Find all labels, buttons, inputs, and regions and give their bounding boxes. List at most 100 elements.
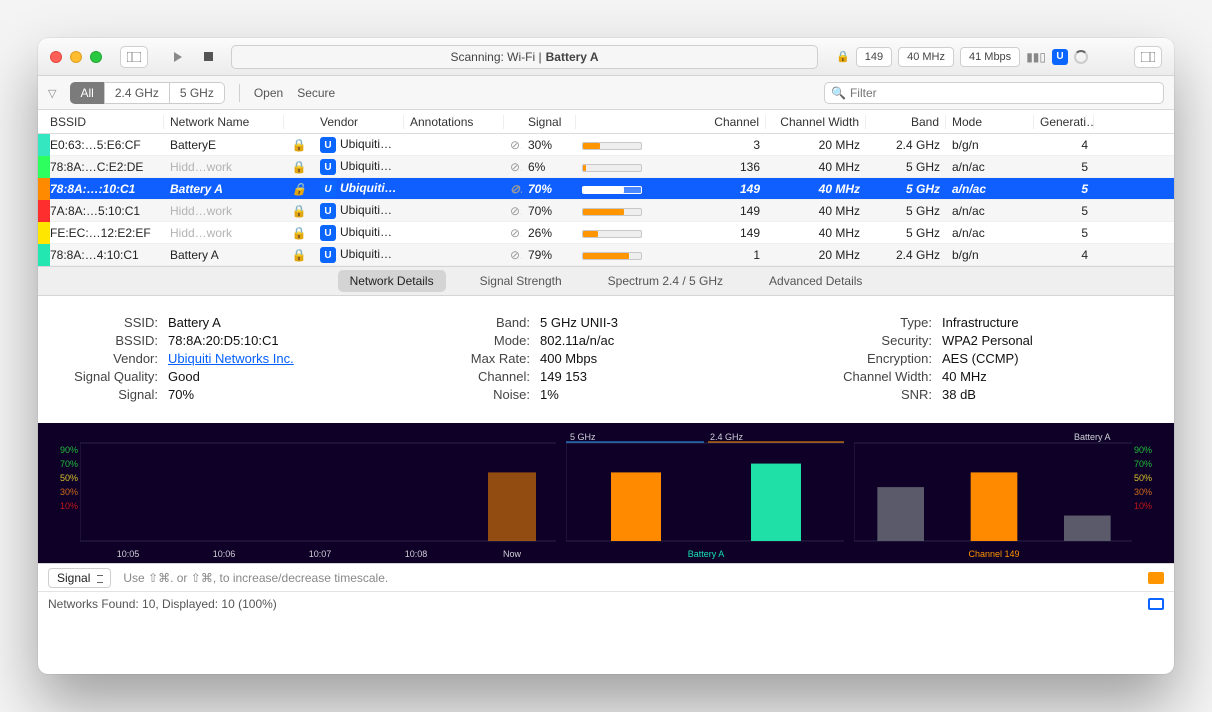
cell-width: 20 MHz xyxy=(766,248,866,262)
cell-width: 40 MHz xyxy=(766,182,866,196)
cell-signal-bar xyxy=(576,204,666,218)
vendor-badge-icon: U xyxy=(320,159,336,175)
filter-open[interactable]: Open xyxy=(254,86,283,100)
col-name: Network Name xyxy=(164,115,284,129)
cell-signal-bar xyxy=(576,248,666,262)
tab-network-details[interactable]: Network Details xyxy=(338,270,446,292)
cell-gen: 5 xyxy=(1034,226,1094,240)
cell-name: BatteryE xyxy=(164,138,284,152)
cell-channel: 136 xyxy=(666,160,766,174)
display-icon[interactable] xyxy=(1148,598,1164,610)
y-axis-left: 90%70% 50%30% 10% xyxy=(44,443,78,513)
cell-channel: 149 xyxy=(666,204,766,218)
cell-band: 5 GHz xyxy=(866,182,946,196)
funnel-icon[interactable] xyxy=(48,86,56,100)
cell-vendor: UUbiquiti… xyxy=(314,159,404,175)
cell-band: 5 GHz xyxy=(866,160,946,174)
lock-icon: 🔒 xyxy=(284,204,314,218)
lock-icon: 🔒 xyxy=(284,160,314,174)
tab-signal-strength[interactable]: Signal Strength xyxy=(468,270,574,292)
cell-signal: 79% xyxy=(522,248,576,262)
filter-secure[interactable]: Secure xyxy=(297,86,335,100)
cell-band: 2.4 GHz xyxy=(866,138,946,152)
tab-advanced[interactable]: Advanced Details xyxy=(757,270,874,292)
cell-mode: a/n/ac xyxy=(946,160,1034,174)
cell-signal: 6% xyxy=(522,160,576,174)
status-text: Networks Found: 10, Displayed: 10 (100%) xyxy=(48,597,277,611)
cell-bssid: 7A:8A:…5:10:C1 xyxy=(44,204,164,218)
cell-channel: 149 xyxy=(666,182,766,196)
cell-mode: a/n/ac xyxy=(946,182,1034,196)
annotation-icon: ⊘ xyxy=(504,160,522,174)
play-button[interactable] xyxy=(174,52,182,62)
search-input[interactable] xyxy=(850,86,1157,100)
legend-swatch xyxy=(1148,572,1164,584)
cell-width: 40 MHz xyxy=(766,226,866,240)
detail-band: 5 GHz UNII-3 xyxy=(540,315,618,330)
svg-text:Channel 149: Channel 149 xyxy=(969,549,1020,559)
table-row[interactable]: 7A:8A:…5:10:C1Hidd…work🔒UUbiquiti…⊘70%14… xyxy=(38,200,1174,222)
titlebar: Scanning: Wi-Fi | Battery A 🔒 149 40 MHz… xyxy=(38,38,1174,76)
minimize-icon[interactable] xyxy=(70,51,82,63)
lock-icon: 🔒 xyxy=(836,50,850,63)
cell-channel: 3 xyxy=(666,138,766,152)
band-24[interactable]: 2.4 GHz xyxy=(104,82,170,104)
cell-mode: a/n/ac xyxy=(946,226,1034,240)
cell-name: Hidd…work xyxy=(164,160,284,174)
stop-button[interactable] xyxy=(204,52,213,61)
detail-maxrate: 400 Mbps xyxy=(540,351,597,366)
search-box[interactable]: 🔍 xyxy=(824,82,1164,104)
table-row[interactable]: 78:8A:…C:E2:DEHidd…work🔒UUbiquiti…⊘6%136… xyxy=(38,156,1174,178)
table-row[interactable]: FE:EC:…12:E2:EFHidd…work🔒UUbiquiti…⊘26%1… xyxy=(38,222,1174,244)
cell-width: 40 MHz xyxy=(766,160,866,174)
cell-bssid: 78:8A:…:10:C1 xyxy=(44,182,164,196)
lock-icon: 🔒 xyxy=(284,226,314,240)
col-vendor: Vendor xyxy=(314,115,404,129)
cell-vendor: UUbiquiti… xyxy=(314,247,404,263)
detail-channel-width: 40 MHz xyxy=(942,369,987,384)
band-5[interactable]: 5 GHz xyxy=(169,82,225,104)
vendor-badge-icon: U xyxy=(320,225,336,241)
panel-icon xyxy=(1141,52,1155,62)
scan-title-prefix: Scanning: Wi-Fi | xyxy=(450,50,541,64)
band-segment: All 2.4 GHz 5 GHz xyxy=(70,82,224,104)
sidebar-toggle-button[interactable] xyxy=(120,46,148,68)
detail-vendor-link[interactable]: Ubiquiti Networks Inc. xyxy=(168,351,294,366)
cell-signal: 30% xyxy=(522,138,576,152)
tab-spectrum[interactable]: Spectrum 2.4 / 5 GHz xyxy=(596,270,735,292)
detail-encryption: AES (CCMP) xyxy=(942,351,1019,366)
vendor-badge-icon: U xyxy=(320,181,336,197)
sidebar-icon xyxy=(127,52,141,62)
cell-mode: b/g/n xyxy=(946,248,1034,262)
chart-history: 10:0510:0610:0710:08Now xyxy=(80,431,556,561)
detail-security: WPA2 Personal xyxy=(942,333,1033,348)
app-window: Scanning: Wi-Fi | Battery A 🔒 149 40 MHz… xyxy=(38,38,1174,674)
col-width: Channel Width xyxy=(766,115,866,129)
timescale-hint: Use ⇧⌘. or ⇧⌘, to increase/decrease time… xyxy=(123,571,388,585)
table-row[interactable]: E0:63:…5:E6:CFBatteryE🔒UUbiquiti…⊘30%320… xyxy=(38,134,1174,156)
cell-name: Hidd…work xyxy=(164,204,284,218)
band-all[interactable]: All xyxy=(70,82,104,104)
zoom-icon[interactable] xyxy=(90,51,102,63)
table-row[interactable]: 78:8A:…:10:C1Battery A🔒UUbiquiti…⊘70%149… xyxy=(38,178,1174,200)
col-annotations: Annotations xyxy=(404,115,504,129)
cell-name: Battery A xyxy=(164,248,284,262)
pill-channel[interactable]: 149 xyxy=(856,47,892,67)
pill-rate[interactable]: 41 Mbps xyxy=(960,47,1020,67)
panel-toggle-button[interactable] xyxy=(1134,46,1162,68)
svg-text:10:07: 10:07 xyxy=(309,549,332,559)
y-axis-right: 90%70% 50%30% 10% xyxy=(1134,443,1168,513)
close-icon[interactable] xyxy=(50,51,62,63)
table-row[interactable]: 78:8A:…4:10:C1Battery A🔒UUbiquiti…⊘79%12… xyxy=(38,244,1174,266)
svg-text:10:06: 10:06 xyxy=(213,549,236,559)
cell-signal: 70% xyxy=(522,204,576,218)
col-mode: Mode xyxy=(946,115,1034,129)
cell-signal: 26% xyxy=(522,226,576,240)
cell-vendor: UUbiquiti… xyxy=(314,203,404,219)
metric-select[interactable]: Signal xyxy=(48,568,111,588)
detail-tabs: Network Details Signal Strength Spectrum… xyxy=(38,266,1174,296)
pill-width[interactable]: 40 MHz xyxy=(898,47,954,67)
table-header[interactable]: BSSID Network Name Vendor Annotations Si… xyxy=(38,110,1174,134)
filter-bar: All 2.4 GHz 5 GHz Open Secure 🔍 xyxy=(38,76,1174,110)
svg-text:10:08: 10:08 xyxy=(405,549,428,559)
